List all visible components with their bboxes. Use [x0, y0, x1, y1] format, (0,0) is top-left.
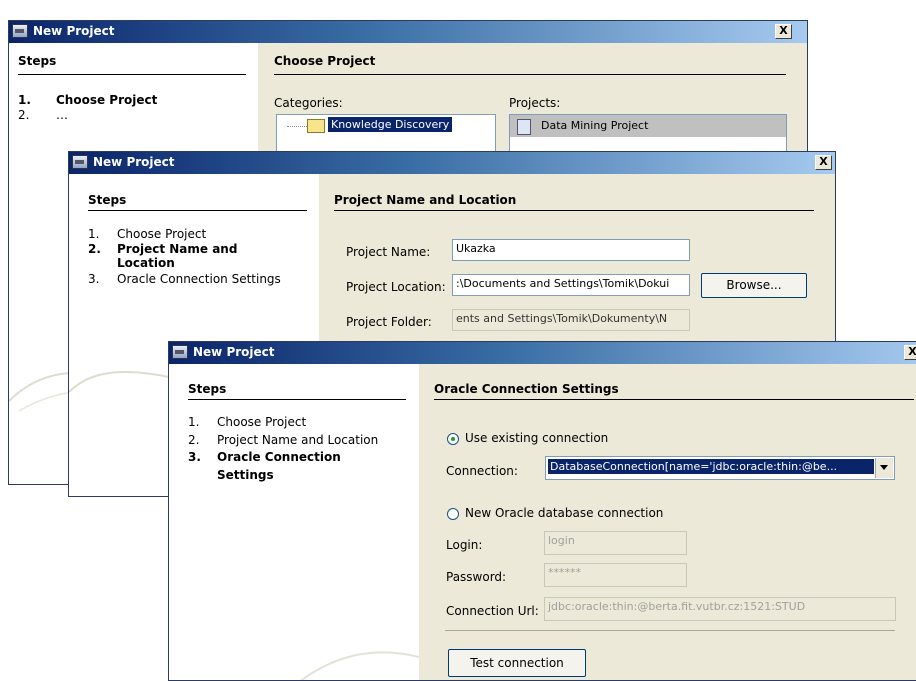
- steps-header-underline: [18, 74, 246, 75]
- categories-label: Categories:: [274, 96, 343, 110]
- window-title: New Project: [193, 345, 275, 359]
- new-connection-radio[interactable]: [447, 508, 459, 520]
- project-name-input[interactable]: Ukazka: [452, 239, 690, 261]
- content-header: Project Name and Location: [334, 193, 517, 207]
- step-label-project-name: Project Name and: [117, 242, 238, 256]
- step-label-oracle-connection: Oracle Connection: [217, 450, 341, 464]
- content-header-underline: [334, 210, 814, 211]
- step-number: 1.: [88, 227, 100, 241]
- steps-header-underline: [88, 210, 307, 211]
- browse-button[interactable]: Browse...: [701, 273, 807, 298]
- connection-selected-value: DatabaseConnection[name='jdbc:oracle:thi…: [548, 459, 874, 474]
- password-label: Password:: [446, 570, 507, 584]
- step-label-more: …: [56, 108, 68, 122]
- password-input: ******: [544, 563, 687, 587]
- connection-url-label: Connection Url:: [446, 604, 539, 618]
- close-button[interactable]: X: [775, 24, 792, 39]
- window-app-icon: [172, 345, 188, 359]
- step-number: 2.: [88, 242, 101, 256]
- category-item-knowledge-discovery[interactable]: Knowledge Discovery: [328, 117, 453, 132]
- content-header: Choose Project: [274, 54, 376, 68]
- step-label-project-name-location: Project Name and Location: [217, 433, 379, 447]
- login-label: Login:: [446, 538, 483, 552]
- magnifier-project-icon: [517, 119, 531, 135]
- project-folder-input: ents and Settings\Tomik\Dokumenty\N: [452, 309, 690, 331]
- content-header: Oracle Connection Settings: [434, 382, 619, 396]
- project-location-input[interactable]: :\Documents and Settings\Tomik\Dokui: [452, 274, 690, 296]
- connection-label: Connection:: [446, 464, 518, 478]
- use-existing-label[interactable]: Use existing connection: [465, 431, 608, 445]
- title-bar[interactable]: New Project X: [9, 21, 807, 43]
- step-number: 3.: [188, 450, 201, 464]
- use-existing-radio[interactable]: [447, 433, 459, 445]
- step-label-choose-project: Choose Project: [117, 227, 207, 241]
- step-number: 2.: [188, 433, 200, 447]
- window-title: New Project: [33, 24, 115, 38]
- connection-select[interactable]: DatabaseConnection[name='jdbc:oracle:thi…: [545, 456, 895, 480]
- step-number: 2.: [18, 108, 30, 122]
- connection-url-input: jdbc:oracle:thin:@berta.fit.vutbr.cz:152…: [544, 597, 896, 621]
- window-title: New Project: [93, 155, 175, 169]
- project-item-data-mining[interactable]: Data Mining Project: [541, 119, 648, 132]
- content-header-underline: [434, 399, 914, 400]
- step-label-oracle-connection: Oracle Connection Settings: [117, 272, 281, 286]
- step-number: 1.: [18, 93, 31, 107]
- new-connection-label[interactable]: New Oracle database connection: [465, 506, 663, 520]
- step-label-choose-project: Choose Project: [56, 93, 158, 107]
- window-app-icon: [12, 24, 28, 38]
- decorative-swirl: [69, 371, 169, 393]
- login-input: login: [544, 531, 687, 555]
- step-number: 3.: [88, 272, 100, 286]
- close-button[interactable]: X: [815, 155, 832, 170]
- test-connection-button[interactable]: Test connection: [448, 649, 586, 677]
- separator: [445, 630, 895, 631]
- title-bar[interactable]: New Project X: [169, 342, 916, 364]
- close-button[interactable]: X: [904, 345, 916, 360]
- steps-header: Steps: [188, 382, 227, 396]
- projects-label: Projects:: [509, 96, 561, 110]
- step-label-choose-project: Choose Project: [217, 415, 307, 429]
- step-label-settings: Settings: [217, 468, 274, 482]
- project-folder-label: Project Folder:: [346, 315, 432, 329]
- window-app-icon: [72, 155, 88, 169]
- steps-header-underline: [188, 399, 406, 400]
- content-header-underline: [274, 74, 786, 75]
- folder-icon: [307, 119, 325, 133]
- project-location-label: Project Location:: [346, 280, 446, 294]
- step-number: 1.: [188, 415, 200, 429]
- chevron-down-icon[interactable]: [875, 458, 893, 478]
- step-label-location: Location: [117, 256, 175, 270]
- dialog-oracle-connection: New Project X Steps 1. Choose Project 2.…: [168, 341, 916, 681]
- decorative-swirl: [300, 651, 419, 680]
- steps-header: Steps: [18, 54, 57, 68]
- steps-header: Steps: [88, 193, 127, 207]
- project-name-label: Project Name:: [346, 245, 431, 259]
- tree-connector-line: [287, 126, 307, 127]
- title-bar[interactable]: New Project X: [69, 152, 835, 174]
